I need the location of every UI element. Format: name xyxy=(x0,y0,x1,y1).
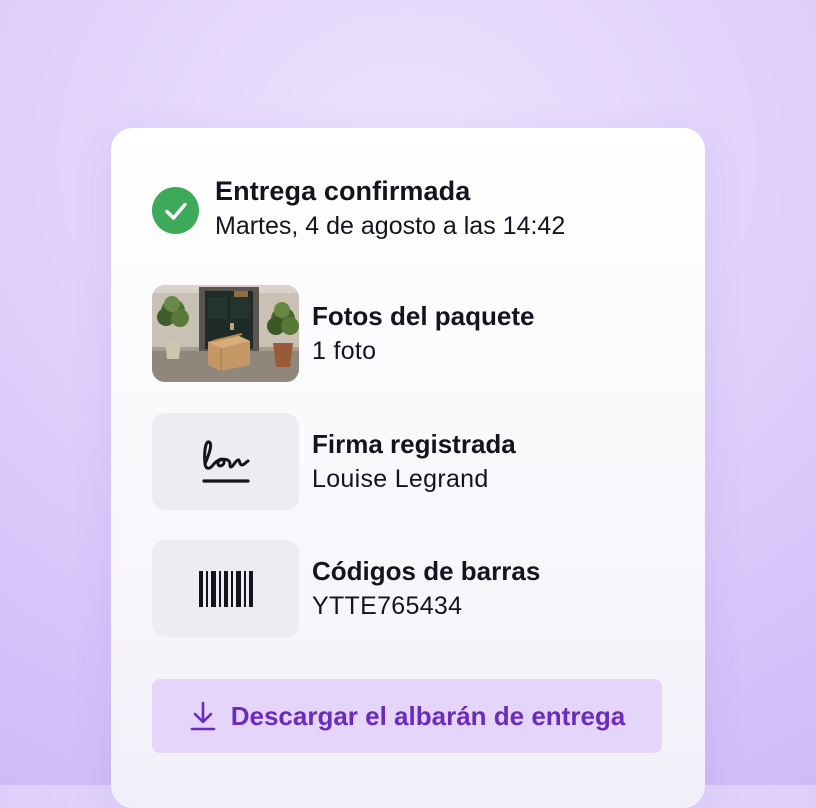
download-button-label: Descargar el albarán de entrega xyxy=(230,700,626,731)
status-title: Entrega confirmada xyxy=(215,176,471,206)
barcode-row-title: Códigos de barras xyxy=(312,556,541,586)
photo-row[interactable]: Fotos del paquete 1 foto xyxy=(152,285,672,383)
signature-row[interactable]: Firma registrada Louise Legrand xyxy=(152,413,672,511)
signature-thumbnail[interactable] xyxy=(152,413,299,510)
download-icon xyxy=(189,701,217,731)
download-delivery-note-button[interactable]: Descargar el albarán de entrega xyxy=(152,679,662,753)
delivery-card: Entrega confirmada Martes, 4 de agosto a… xyxy=(111,128,705,808)
signature-icon xyxy=(196,434,256,490)
photo-row-count: 1 foto xyxy=(312,337,377,365)
barcode-row[interactable]: Códigos de barras YTTE765434 xyxy=(152,540,672,638)
check-circle-icon xyxy=(152,187,199,234)
signature-row-title: Firma registrada xyxy=(312,429,516,459)
photo-row-title: Fotos del paquete xyxy=(312,301,535,331)
barcode-icon xyxy=(198,570,254,607)
barcode-row-code: YTTE765434 xyxy=(312,592,463,620)
signature-row-name: Louise Legrand xyxy=(312,465,489,493)
package-photo-thumbnail[interactable] xyxy=(152,285,299,382)
status-datetime: Martes, 4 de agosto a las 14:42 xyxy=(215,212,566,240)
barcode-thumbnail[interactable] xyxy=(152,540,299,637)
